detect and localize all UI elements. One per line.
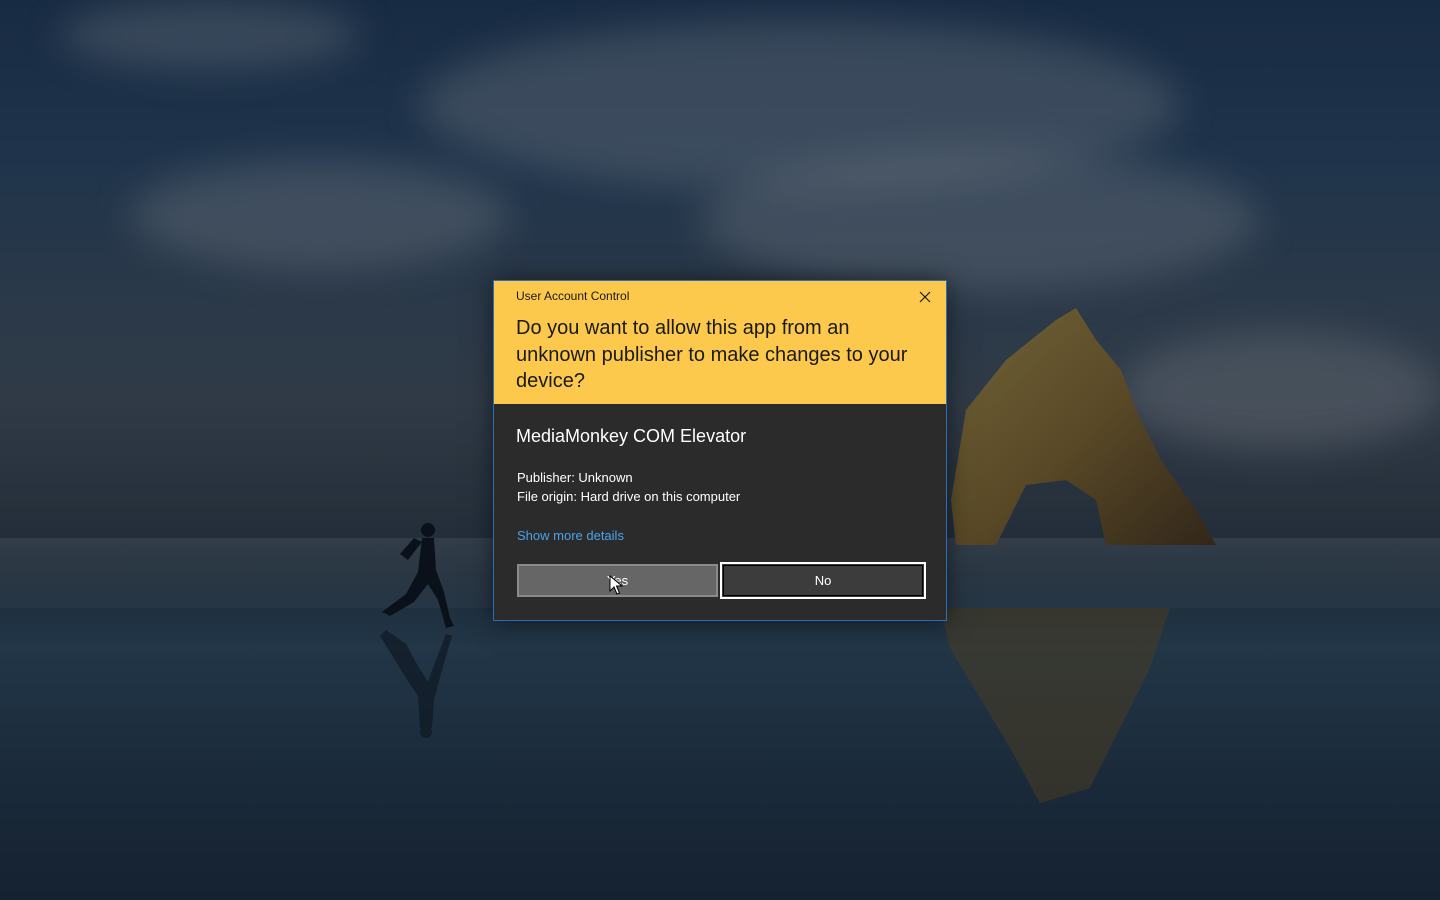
uac-body: MediaMonkey COM Elevator Publisher: Unkn… xyxy=(494,404,946,620)
publisher-text: Publisher: Unknown xyxy=(517,470,633,485)
dialog-question: Do you want to allow this app from an un… xyxy=(516,317,908,392)
yes-button-label: Yes xyxy=(606,573,629,588)
app-name: MediaMonkey COM Elevator xyxy=(516,426,747,446)
yes-button[interactable]: Yes xyxy=(517,564,718,597)
file-origin-text: File origin: Hard drive on this computer xyxy=(517,489,741,504)
close-icon[interactable] xyxy=(914,286,936,308)
dialog-caption: User Account Control xyxy=(516,289,630,303)
no-button[interactable]: No xyxy=(720,562,926,599)
no-button-label: No xyxy=(814,573,832,588)
uac-dialog: User Account Control Do you want to allo… xyxy=(493,280,947,621)
uac-header: User Account Control Do you want to allo… xyxy=(494,281,946,404)
show-more-details-link[interactable]: Show more details xyxy=(517,528,624,543)
